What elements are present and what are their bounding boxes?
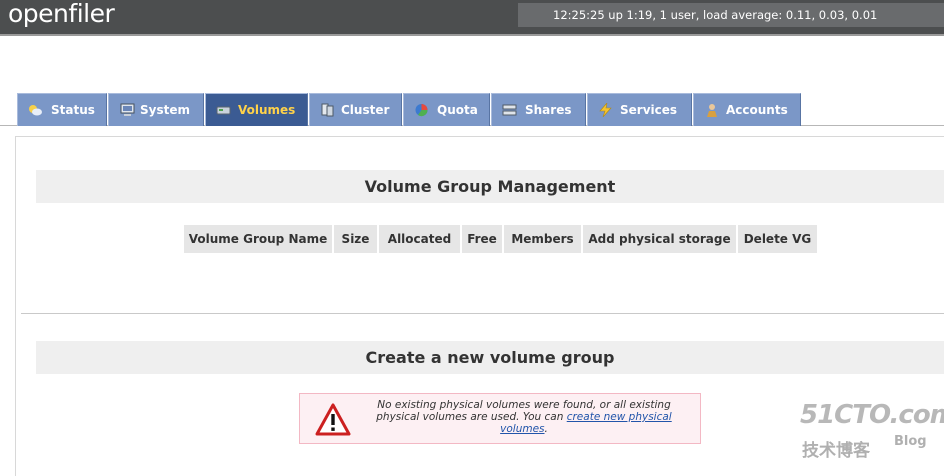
col-size: Size (334, 225, 377, 253)
openfiler-logo[interactable]: openfiler (8, 0, 115, 28)
col-free: Free (462, 225, 502, 253)
tab-label: Quota (437, 103, 478, 117)
tab-label: Volumes (238, 103, 296, 117)
system-icon (120, 103, 135, 116)
notice-message: No existing physical volumes were found,… (358, 399, 690, 435)
shares-icon (502, 104, 517, 116)
tab-services[interactable]: Services (587, 93, 692, 126)
tab-label: System (140, 103, 190, 117)
col-add-physical-storage: Add physical storage (583, 225, 736, 253)
services-icon (599, 103, 612, 117)
quota-icon (415, 104, 428, 117)
tab-accounts[interactable]: Accounts (693, 93, 801, 126)
watermark-cn: 技术博客 (802, 441, 870, 461)
watermark-site: 51CTO.com (800, 400, 944, 430)
create-vg-heading: Create a new volume group (36, 341, 944, 374)
warning-icon (315, 403, 351, 436)
tab-status[interactable]: Status (17, 93, 107, 126)
tab-volumes[interactable]: Volumes (205, 93, 308, 126)
vg-management-heading: Volume Group Management (36, 170, 944, 203)
col-volume-group-name: Volume Group Name (184, 225, 332, 253)
tab-label: Shares (525, 103, 572, 117)
tab-label: Services (620, 103, 678, 117)
section-divider (21, 313, 944, 314)
top-header: openfiler 12:25:25 up 1:19, 1 user, load… (0, 0, 944, 36)
cluster-icon (321, 103, 334, 117)
notice-end: . (544, 423, 548, 435)
tab-label: Cluster (341, 103, 390, 117)
status-icon (29, 105, 42, 116)
accounts-icon (707, 104, 717, 117)
volumes-icon (216, 106, 231, 115)
col-delete-vg: Delete VG (738, 225, 817, 253)
tab-cluster[interactable]: Cluster (309, 93, 402, 126)
main-tab-bar: Status System Volumes Cluster Quota Shar… (0, 93, 944, 126)
tab-label: Accounts (726, 103, 788, 117)
uptime-status: 12:25:25 up 1:19, 1 user, load average: … (518, 3, 944, 27)
col-members: Members (504, 225, 581, 253)
watermark: 51CTO.com 技术博客 Blog (800, 400, 944, 470)
tab-shares[interactable]: Shares (491, 93, 586, 126)
col-allocated: Allocated (379, 225, 460, 253)
tab-label: Status (51, 103, 95, 117)
tab-system[interactable]: System (108, 93, 204, 126)
no-physical-volumes-notice: No existing physical volumes were found,… (299, 393, 701, 444)
watermark-blog: Blog (894, 434, 927, 449)
tab-quota[interactable]: Quota (403, 93, 490, 126)
